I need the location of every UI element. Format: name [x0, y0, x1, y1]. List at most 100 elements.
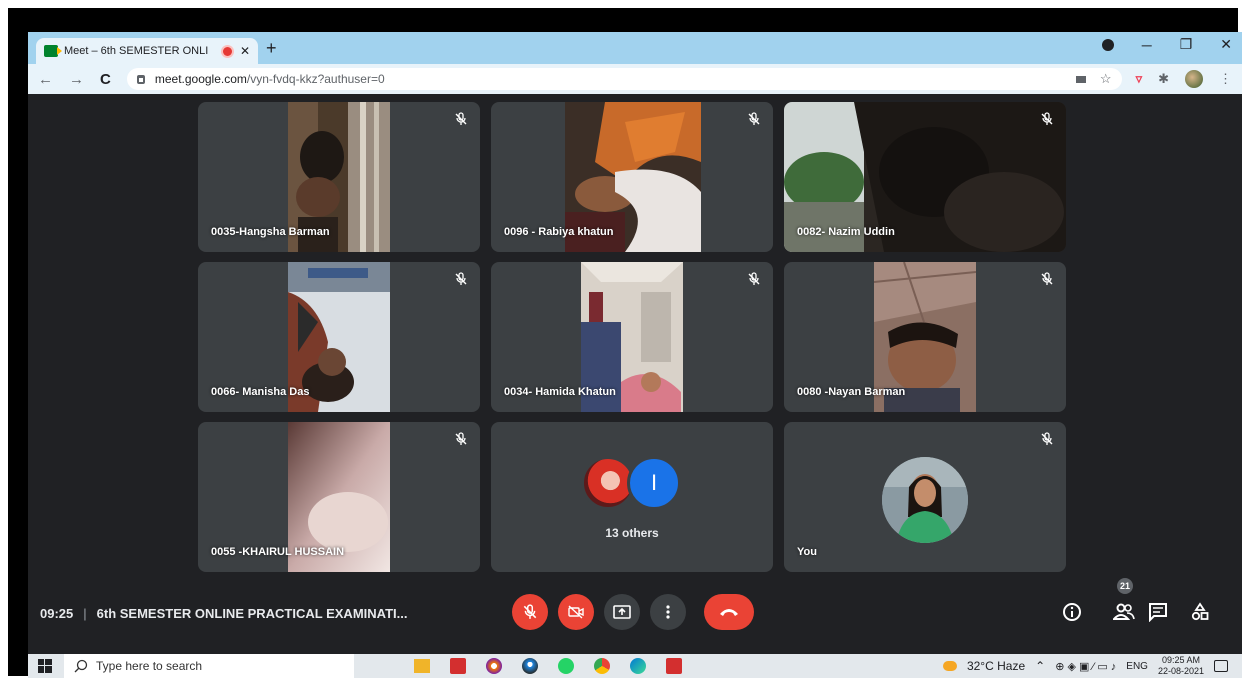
participant-tile[interactable]: 0082- Nazim Uddin [784, 102, 1066, 252]
pocket-extension-icon[interactable]: ▿ [1136, 71, 1143, 87]
participant-tile[interactable]: 0035-Hangsha Barman [198, 102, 480, 252]
mic-off-icon [455, 272, 467, 285]
participant-tile[interactable]: 0055 -KHAIRUL HUSSAIN [198, 422, 480, 572]
meeting-details-button[interactable] [1060, 600, 1084, 624]
input-language[interactable]: ENG [1126, 661, 1148, 672]
back-button[interactable]: ← [38, 71, 53, 88]
hang-up-icon [720, 609, 738, 616]
meeting-time: 09:25 [40, 606, 74, 621]
meeting-title: 6th SEMESTER ONLINE PRACTICAL EXAMINATI.… [96, 606, 408, 621]
pdf-reader-icon[interactable] [450, 658, 466, 674]
browser-window: Meet – 6th SEMESTER ONLI ✕ + ─ ❐ ✕ ← → C… [28, 32, 1242, 654]
mic-off-icon [748, 272, 760, 285]
browser-menu-icon[interactable]: ⋮ [1219, 71, 1232, 87]
participant-name: 0096 - Rabiya khatun [504, 226, 614, 238]
more-options-button[interactable] [650, 594, 686, 630]
participant-tile[interactable]: 0080 -Nayan Barman [784, 262, 1066, 412]
people-icon [1113, 603, 1135, 620]
participant-name: 0082- Nazim Uddin [797, 226, 895, 238]
recording-indicator-icon [222, 46, 232, 56]
participants-button[interactable] [1112, 600, 1136, 624]
participant-tile[interactable]: 0066- Manisha Das [198, 262, 480, 412]
chat-button[interactable] [1146, 600, 1170, 624]
activities-button[interactable] [1188, 600, 1212, 624]
acrobat-icon[interactable] [666, 658, 682, 674]
windows-start-icon[interactable] [38, 659, 52, 673]
mic-off-icon [523, 604, 537, 619]
weather-text[interactable]: 32°C Haze [967, 659, 1025, 673]
tray-icons[interactable]: ⊕ ◈ ▣ ⁄ ▭ ♪ [1055, 660, 1116, 673]
restore-button[interactable]: ❐ [1180, 36, 1193, 53]
lock-icon [136, 74, 145, 84]
clock-date: 22-08-2021 [1157, 666, 1204, 676]
tab-title: Meet – 6th SEMESTER ONLI [64, 45, 209, 57]
screenshot-frame: Meet – 6th SEMESTER ONLI ✕ + ─ ❐ ✕ ← → C… [8, 8, 1242, 678]
mic-toggle-button[interactable] [512, 594, 548, 630]
self-tile[interactable]: You [784, 422, 1066, 572]
self-label: You [797, 546, 817, 558]
participant-initial-avatar: I [627, 456, 681, 510]
participant-tile[interactable]: 0034- Hamida Khatun [491, 262, 773, 412]
search-icon [74, 659, 88, 673]
participant-name: 0080 -Nayan Barman [797, 386, 906, 398]
participant-name: 0055 -KHAIRUL HUSSAIN [211, 546, 345, 558]
mic-off-icon [1041, 112, 1053, 125]
taskbar-search-box[interactable]: Type here to search [64, 654, 354, 678]
present-screen-icon [613, 605, 631, 619]
camera-in-use-icon[interactable] [1075, 75, 1086, 83]
chat-icon [1149, 603, 1167, 622]
info-icon [1063, 603, 1081, 621]
whatsapp-icon[interactable] [558, 658, 574, 674]
bookmark-star-icon[interactable]: ☆ [1100, 71, 1112, 87]
url-host: meet.google.com [154, 72, 247, 86]
tab-meet[interactable]: Meet – 6th SEMESTER ONLI ✕ [36, 38, 258, 64]
others-tile[interactable]: I 13 others [491, 422, 773, 572]
extensions-puzzle-icon[interactable]: ✱ [1158, 71, 1169, 87]
meet-stage: 0035-Hangsha Barman 0096 - Rabiya khatun [28, 94, 1242, 654]
tray-chevron-icon[interactable]: ⌃ [1035, 659, 1045, 673]
system-tray: 32°C Haze ⌃ ⊕ ◈ ▣ ⁄ ▭ ♪ ENG 09:25 AM 22-… [942, 655, 1242, 677]
weather-icon[interactable] [942, 661, 957, 671]
profile-icon[interactable] [1101, 38, 1114, 51]
clock-time: 09:25 AM [1161, 655, 1200, 665]
forward-button[interactable]: → [69, 71, 84, 88]
meet-control-bar: 09:25 | 6th SEMESTER ONLINE PRACTICAL EX… [28, 570, 1242, 654]
windows-taskbar: Type here to search 32°C Haze ⌃ ⊕ ◈ ▣ ⁄ … [28, 654, 1242, 678]
taskbar-clock[interactable]: 09:25 AM 22-08-2021 [1158, 655, 1204, 677]
others-count-label: 13 others [605, 526, 659, 540]
activities-shapes-icon [1191, 602, 1209, 621]
minimize-button[interactable]: ─ [1142, 37, 1152, 53]
browser-toolbar: ← → C meet.google.com/vyn-fvdq-kkz?authu… [28, 64, 1242, 94]
meeting-details: 09:25 | 6th SEMESTER ONLINE PRACTICAL EX… [40, 606, 407, 621]
present-screen-button[interactable] [604, 594, 640, 630]
mic-off-icon [1041, 432, 1053, 445]
new-tab-button[interactable]: + [266, 38, 277, 59]
leave-call-button[interactable] [704, 594, 754, 630]
tab-strip: Meet – 6th SEMESTER ONLI ✕ + ─ ❐ ✕ [28, 32, 1242, 64]
edge-icon[interactable] [630, 658, 646, 674]
meeting-separator: | [83, 606, 87, 621]
participant-name: 0066- Manisha Das [211, 386, 310, 398]
app-circle-icon[interactable] [486, 658, 502, 674]
meet-logo-icon [44, 45, 62, 57]
participant-name: 0034- Hamida Khatun [504, 386, 616, 398]
close-tab-icon[interactable]: ✕ [240, 44, 250, 58]
mic-off-icon [1041, 272, 1053, 285]
close-window-button[interactable]: ✕ [1220, 36, 1232, 53]
profile-avatar[interactable] [1185, 70, 1203, 88]
mic-off-icon [748, 112, 760, 125]
participant-tile[interactable]: 0096 - Rabiya khatun [491, 102, 773, 252]
satellite-app-icon[interactable] [522, 658, 538, 674]
reload-button[interactable]: C [100, 71, 111, 88]
url-path: /vyn-fvdq-kkz?authuser=0 [246, 72, 385, 86]
chrome-icon[interactable] [594, 658, 610, 674]
file-explorer-icon[interactable] [414, 659, 430, 673]
participant-name: 0035-Hangsha Barman [211, 226, 330, 238]
self-avatar [882, 457, 968, 543]
camera-off-icon [568, 605, 584, 619]
search-placeholder: Type here to search [96, 659, 203, 673]
notifications-icon[interactable] [1214, 660, 1228, 672]
window-controls: ─ ❐ ✕ [1101, 36, 1232, 53]
address-bar[interactable]: meet.google.com/vyn-fvdq-kkz?authuser=0 … [126, 68, 1122, 90]
camera-toggle-button[interactable] [558, 594, 594, 630]
